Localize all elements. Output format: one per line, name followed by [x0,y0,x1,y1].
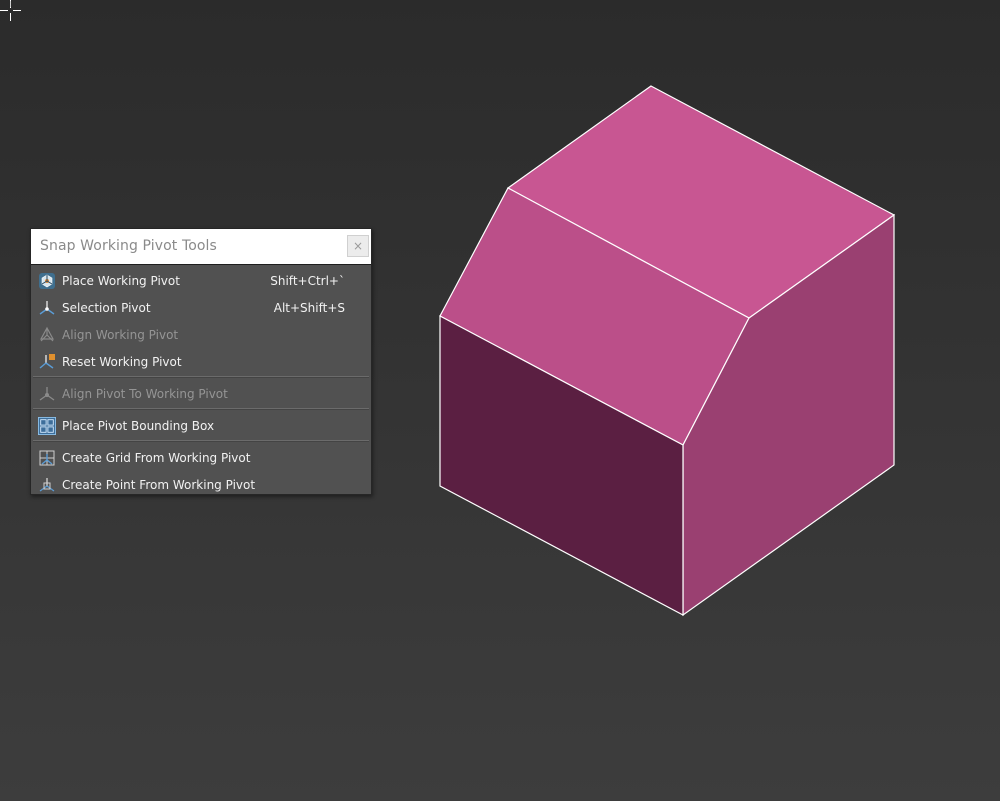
selection-pivot-icon [38,299,56,317]
place-working-pivot-icon [38,272,56,290]
menu-item-shortcut: Shift+Ctrl+` [270,273,345,288]
panel-header[interactable]: Snap Working Pivot Tools × [31,229,371,265]
align-pivot-to-working-pivot-icon [38,385,56,403]
menu-item-create-point-from-working-pivot[interactable]: Create Point From Working Pivot [31,471,371,498]
create-grid-icon [38,449,56,467]
close-button[interactable]: × [347,235,369,257]
panel-title: Snap Working Pivot Tools [40,238,217,254]
menu-separator [33,408,369,410]
reset-working-pivot-icon [38,353,56,371]
menu-item-create-grid-from-working-pivot[interactable]: Create Grid From Working Pivot [31,444,371,471]
menu-item-label: Reset Working Pivot [62,354,182,369]
menu-item-label: Create Point From Working Pivot [62,477,256,492]
menu-item-selection-pivot[interactable]: Selection Pivot Alt+Shift+S [31,294,371,321]
menu-item-reset-working-pivot[interactable]: Reset Working Pivot [31,348,371,375]
menu-item-shortcut: Alt+Shift+S [273,300,345,315]
menu-list: Place Working Pivot Shift+Ctrl+` Selecti… [31,265,371,498]
menu-item-label: Place Working Pivot [62,273,180,288]
crosshair-cursor-icon [0,0,21,21]
menu-item-place-pivot-bounding-box[interactable]: Place Pivot Bounding Box [31,412,371,439]
place-pivot-bounding-box-icon [38,416,56,435]
menu-item-place-working-pivot[interactable]: Place Working Pivot Shift+Ctrl+` [31,267,371,294]
menu-item-align-pivot-to-working-pivot: Align Pivot To Working Pivot [31,380,371,407]
menu-separator [33,440,369,442]
menu-item-label: Align Working Pivot [62,327,179,342]
align-working-pivot-icon [38,326,56,344]
create-point-icon [38,476,56,494]
menu-item-label: Selection Pivot [62,300,151,315]
menu-item-align-working-pivot: Align Working Pivot [31,321,371,348]
menu-separator [33,376,369,378]
menu-item-label: Create Grid From Working Pivot [62,450,251,465]
snap-working-pivot-tools-panel: Snap Working Pivot Tools × Place Working… [30,228,372,495]
menu-item-label: Align Pivot To Working Pivot [62,386,228,401]
menu-item-label: Place Pivot Bounding Box [62,418,215,433]
